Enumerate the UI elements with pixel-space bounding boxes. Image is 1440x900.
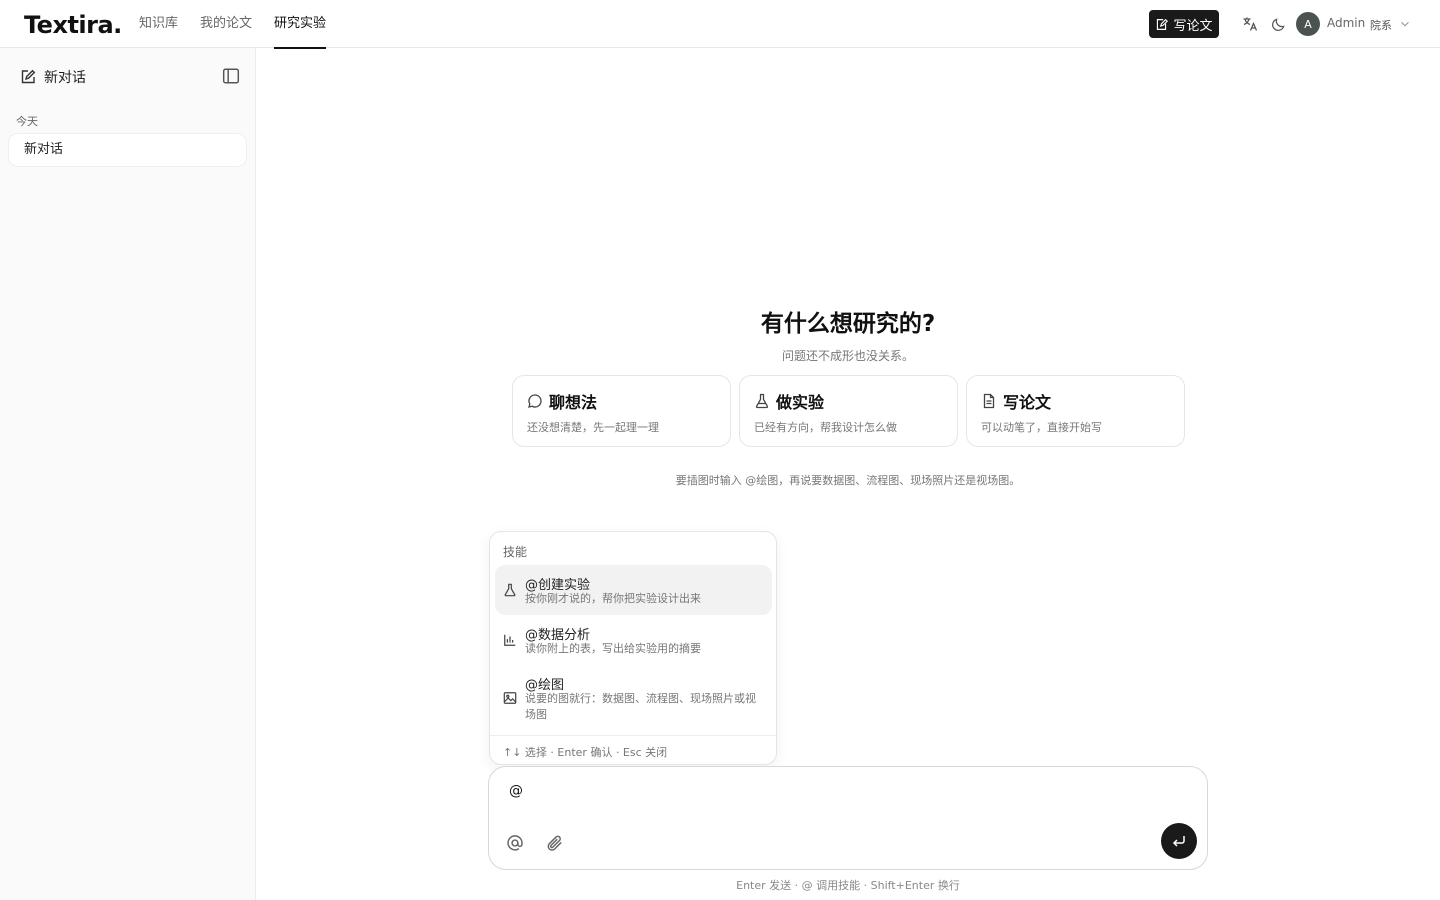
skill-description: 读你附上的表，写出给实验用的摘要 bbox=[525, 642, 701, 655]
card-description: 可以动笔了，直接开始写 bbox=[981, 421, 1102, 434]
mode-cards: 聊想法 还没想清楚，先一起理一理 做实验 已经有方向，帮我设计怎么做 写论文 可… bbox=[512, 375, 1185, 447]
card-title: 写论文 bbox=[1003, 393, 1052, 412]
write-paper-label: 写论文 bbox=[1173, 18, 1213, 34]
edit-document-icon bbox=[1157, 18, 1169, 30]
page-subtitle: 问题还不成形也没关系。 bbox=[781, 349, 914, 363]
sidebar-toggle-icon[interactable] bbox=[222, 67, 240, 85]
card-experiment[interactable]: 做实验 已经有方向，帮我设计怎么做 bbox=[739, 375, 958, 447]
sidebar: 新对话 今天 新对话 bbox=[0, 48, 256, 900]
composer-input[interactable]: @ bbox=[509, 783, 523, 799]
skill-description: 按你刚才说的，帮你把实验设计出来 bbox=[525, 592, 701, 605]
popup-title: 技能 bbox=[503, 545, 528, 559]
card-brainstorm[interactable]: 聊想法 还没想清楚，先一起理一理 bbox=[512, 375, 731, 447]
card-description: 已经有方向，帮我设计怎么做 bbox=[754, 421, 897, 434]
top-bar: Textira. 知识库 我的论文 研究实验 写论文 A Admin 院系 bbox=[0, 0, 1440, 49]
composer-hint: Enter 发送 · @ 调用技能 · Shift+Enter 换行 bbox=[736, 879, 960, 892]
card-description: 还没想清楚，先一起理一理 bbox=[527, 421, 659, 434]
card-title: 聊想法 bbox=[549, 393, 598, 412]
at-mention-icon[interactable] bbox=[506, 834, 524, 852]
send-button[interactable] bbox=[1161, 823, 1197, 859]
new-chat-label: 新对话 bbox=[44, 70, 86, 86]
draw-hint: 要插图时输入 @绘图，再说要数据图、流程图、现场照片还是视场图。 bbox=[675, 474, 1021, 487]
image-icon bbox=[503, 692, 517, 704]
nav-item-my-papers[interactable]: 我的论文 bbox=[200, 0, 252, 48]
enter-icon bbox=[1172, 836, 1185, 847]
avatar[interactable]: A bbox=[1296, 12, 1320, 36]
user-department[interactable]: 院系 bbox=[1370, 17, 1392, 33]
chat-bubble-icon bbox=[528, 394, 542, 408]
skills-popup: 技能 @创建实验 按你刚才说的，帮你把实验设计出来 @数据分析 读你附上的表，写… bbox=[489, 531, 777, 765]
app-logo[interactable]: Textira. bbox=[24, 11, 122, 39]
main-nav: 知识库 我的论文 研究实验 bbox=[139, 0, 348, 49]
moon-icon[interactable] bbox=[1269, 15, 1287, 33]
paperclip-icon[interactable] bbox=[546, 834, 564, 852]
compose-icon bbox=[21, 69, 36, 84]
new-chat-button[interactable]: 新对话 bbox=[20, 67, 86, 87]
chevron-down-icon[interactable] bbox=[1398, 17, 1412, 31]
write-paper-button[interactable]: 写论文 bbox=[1149, 10, 1219, 38]
conversation-item[interactable]: 新对话 bbox=[8, 133, 247, 167]
nav-item-knowledge-base[interactable]: 知识库 bbox=[139, 0, 178, 48]
bar-chart-icon bbox=[504, 634, 516, 646]
nav-item-research-experiments[interactable]: 研究实验 bbox=[274, 0, 327, 49]
card-write-paper[interactable]: 写论文 可以动笔了，直接开始写 bbox=[966, 375, 1185, 447]
popup-keyboard-hint: ↑↓ 选择 · Enter 确认 · Esc 关闭 bbox=[490, 735, 776, 768]
flask-icon bbox=[504, 583, 516, 597]
translate-icon[interactable] bbox=[1241, 15, 1259, 33]
skill-description: 说要的图就行：数据图、流程图、现场照片或视场图 bbox=[525, 692, 756, 721]
skill-item-create-experiment[interactable]: @创建实验 按你刚才说的，帮你把实验设计出来 bbox=[495, 565, 772, 615]
user-name[interactable]: Admin bbox=[1327, 16, 1365, 30]
document-icon bbox=[983, 393, 995, 409]
card-title: 做实验 bbox=[776, 393, 825, 412]
skill-item-data-analysis[interactable]: @数据分析 读你附上的表，写出给实验用的摘要 bbox=[495, 616, 772, 664]
page-title: 有什么想研究的? bbox=[760, 311, 936, 337]
flask-icon bbox=[755, 393, 769, 409]
section-label-today: 今天 bbox=[16, 115, 38, 128]
skill-item-draw[interactable]: @绘图 说要的图就行：数据图、流程图、现场照片或视场图 bbox=[495, 666, 772, 726]
message-composer[interactable]: @ bbox=[488, 766, 1208, 870]
